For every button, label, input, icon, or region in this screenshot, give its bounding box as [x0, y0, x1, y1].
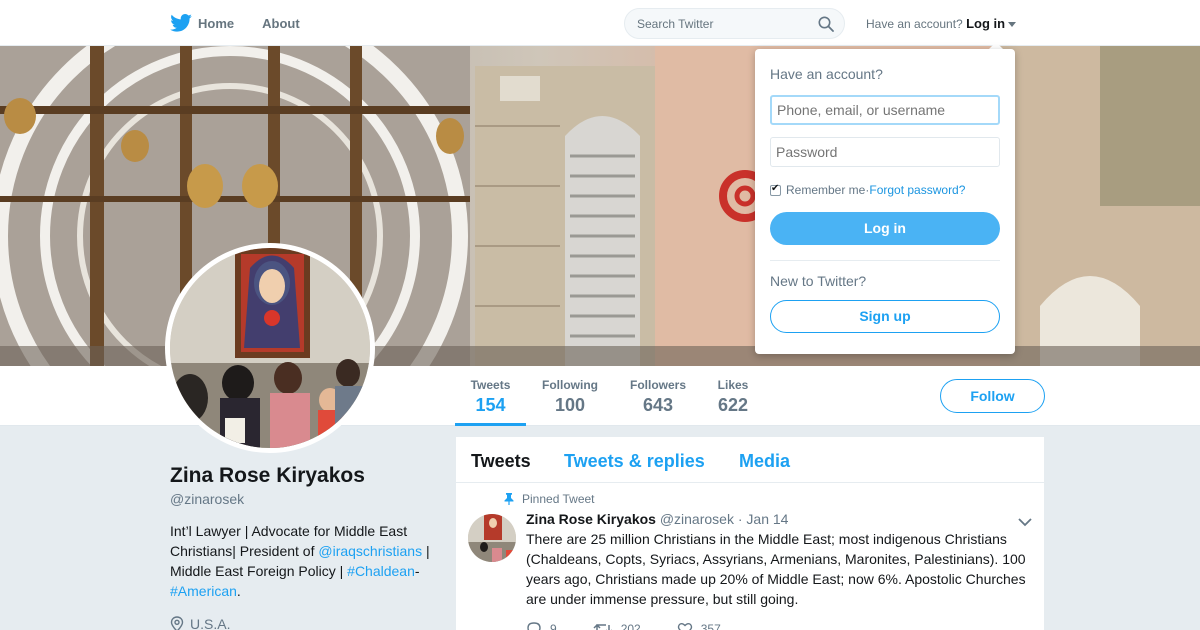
like-action[interactable]: 357: [677, 621, 721, 630]
tweet-author-avatar[interactable]: [468, 514, 516, 562]
tweet-date[interactable]: · Jan 14: [738, 511, 789, 527]
bio-mention-link[interactable]: @iraqschristians: [318, 543, 422, 559]
chevron-down-icon[interactable]: [1018, 517, 1032, 527]
nav-about-link[interactable]: About: [262, 16, 300, 31]
password-field[interactable]: [770, 137, 1000, 167]
tweet-text: There are 25 million Christians in the M…: [526, 531, 1026, 607]
twitter-bird-icon[interactable]: [170, 14, 192, 32]
have-account-text: Have an account?: [866, 17, 963, 31]
stat-tweets-label: Tweets: [470, 378, 511, 392]
stat-tweets-value: 154: [475, 395, 506, 415]
reply-icon: [527, 622, 541, 630]
search-icon[interactable]: [818, 16, 834, 32]
dropdown-title: Have an account?: [770, 66, 883, 82]
tweet-header: Zina Rose Kiryakos @zinarosek · Jan 14: [526, 511, 788, 527]
stat-likes-value: 622: [717, 395, 749, 415]
stat-likes-label: Likes: [717, 378, 749, 392]
tab-tweets[interactable]: Tweets: [471, 451, 531, 472]
pinned-tweet-label: Pinned Tweet: [504, 492, 595, 506]
profile-handle[interactable]: @zinarosek: [170, 491, 244, 507]
stat-followers-value: 643: [642, 395, 674, 415]
top-navigation-bar: Home About Search Twitter Have an accoun…: [0, 0, 1200, 46]
active-stat-underline: [455, 423, 526, 426]
timeline: Tweets Tweets & replies Media Pinned Twe…: [456, 437, 1044, 630]
username-field[interactable]: [770, 95, 1000, 125]
bio-hashtag-link[interactable]: #American: [170, 583, 237, 599]
nav-left: Home About: [170, 0, 328, 46]
bio-text: -: [414, 563, 420, 579]
reply-action[interactable]: 9: [526, 621, 557, 630]
tab-media[interactable]: Media: [739, 451, 790, 472]
retweet-action[interactable]: 202: [593, 621, 641, 630]
reply-count: 9: [550, 622, 557, 630]
avatar-photo: [170, 248, 370, 448]
profile-name: Zina Rose Kiryakos: [170, 464, 365, 487]
tab-tweets-and-replies[interactable]: Tweets & replies: [564, 451, 705, 472]
tweet-author-name[interactable]: Zina Rose Kiryakos: [526, 511, 656, 527]
stat-tweets[interactable]: Tweets 154: [468, 378, 513, 416]
pinned-tweet-text: Pinned Tweet: [522, 492, 595, 506]
stat-following-value: 100: [554, 395, 586, 415]
remember-me-label[interactable]: Remember me: [786, 183, 865, 197]
follow-button[interactable]: Follow: [940, 379, 1045, 413]
retweet-icon: [593, 623, 612, 630]
tweet-actions: 9 202 357: [526, 621, 757, 630]
heart-icon: [677, 623, 692, 630]
tweet-author-handle[interactable]: @zinarosek: [660, 511, 734, 527]
nav-home-link[interactable]: Home: [198, 16, 234, 31]
bio-text: .: [236, 583, 241, 599]
pin-icon: [504, 493, 514, 505]
retweet-count: 202: [620, 622, 641, 630]
profile-avatar[interactable]: [165, 243, 375, 453]
stat-followers-label: Followers: [629, 378, 686, 392]
login-dropdown-toggle[interactable]: Log in: [966, 16, 1005, 31]
location-text: U.S.A.: [190, 616, 231, 630]
profile-location: U.S.A.: [170, 616, 230, 630]
search-placeholder: Search Twitter: [637, 17, 714, 31]
login-button[interactable]: Log in: [770, 212, 1000, 245]
new-to-twitter-text: New to Twitter?: [770, 273, 867, 289]
bio-hashtag-link[interactable]: #Chaldean: [347, 563, 415, 579]
stat-following-label: Following: [542, 378, 598, 392]
login-dropdown: Have an account? Remember me · Forgot pa…: [755, 49, 1015, 354]
timeline-tabs: Tweets Tweets & replies Media: [456, 437, 1044, 483]
caret-down-icon[interactable]: [1008, 22, 1017, 28]
like-count: 357: [700, 622, 721, 630]
forgot-password-link[interactable]: Forgot password?: [869, 183, 965, 197]
stat-likes[interactable]: Likes 622: [715, 378, 751, 416]
signup-button[interactable]: Sign up: [770, 300, 1000, 333]
search-input[interactable]: Search Twitter: [624, 8, 845, 39]
dropdown-divider: [770, 260, 1000, 261]
remember-me-checkbox[interactable]: [770, 183, 781, 196]
stat-following[interactable]: Following 100: [540, 378, 600, 416]
stat-followers[interactable]: Followers 643: [628, 378, 688, 416]
login-prompt: Have an account? Log in: [866, 16, 1017, 31]
profile-bio: Int’l Lawyer | Advocate for Middle East …: [170, 521, 440, 601]
location-pin-icon: [170, 616, 184, 630]
remember-me-row: Remember me · Forgot password?: [770, 183, 965, 197]
